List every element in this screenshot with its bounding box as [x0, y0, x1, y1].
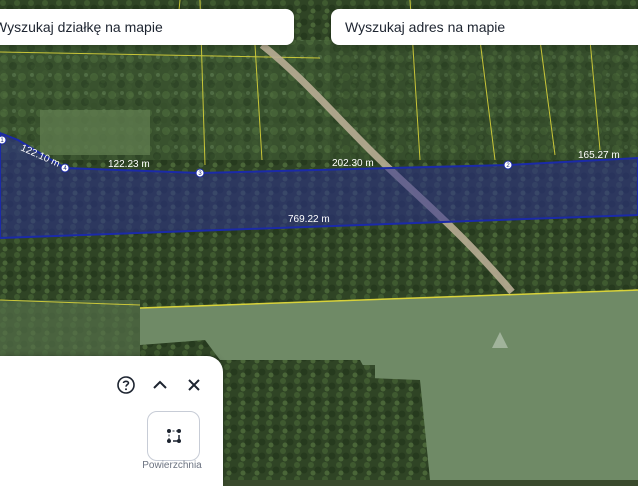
search-address-button[interactable]: Wyszukaj adres na mapie: [331, 9, 638, 45]
segment-label: 769.22 m: [288, 214, 330, 225]
close-icon[interactable]: [183, 374, 205, 396]
search-parcel-label: Wyszukaj działkę na mapie: [0, 19, 163, 35]
chevron-up-icon[interactable]: [149, 374, 171, 396]
area-measure-button[interactable]: [147, 411, 200, 461]
segment-label: 202.30 m: [332, 158, 374, 169]
segment-label: 122.23 m: [108, 159, 150, 170]
area-measure-icon: [166, 429, 181, 443]
measure-panel: Powierzchnia: [0, 356, 223, 486]
panel-controls: [115, 374, 205, 396]
search-address-label: Wyszukaj adres na mapie: [345, 19, 506, 35]
segment-label: 165.27 m: [578, 150, 620, 161]
search-parcel-button[interactable]: Wyszukaj działkę na mapie: [0, 9, 294, 45]
help-icon[interactable]: [115, 374, 137, 396]
area-measure-label: Powierzchnia: [142, 460, 202, 471]
